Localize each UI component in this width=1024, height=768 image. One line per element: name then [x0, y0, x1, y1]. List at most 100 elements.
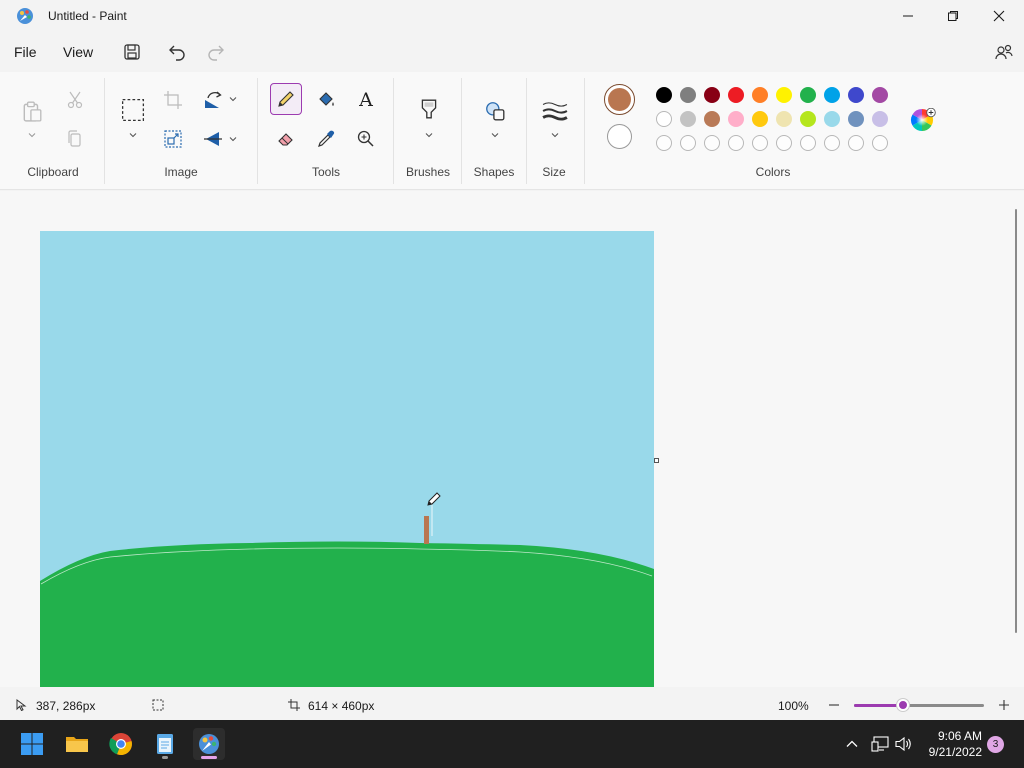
zoom-slider-thumb[interactable] [897, 699, 910, 711]
color-swatch[interactable] [704, 87, 720, 103]
clock-date: 9/21/2022 [928, 745, 982, 759]
size-button[interactable] [540, 96, 570, 126]
eraser-tool-button[interactable] [271, 124, 301, 154]
chevron-up-icon[interactable] [845, 737, 859, 751]
custom-color-slot[interactable] [848, 135, 864, 151]
size-chevron-down-icon[interactable] [550, 130, 560, 140]
shapes-chevron-down-icon[interactable] [490, 130, 500, 140]
color-swatch[interactable] [656, 87, 672, 103]
color-swatch[interactable] [680, 111, 696, 127]
scissors-icon [67, 91, 83, 109]
canvas-resize-handle[interactable] [654, 458, 659, 463]
notification-badge[interactable]: 3 [987, 736, 1004, 753]
color-swatch[interactable] [848, 87, 864, 103]
paste-button[interactable] [17, 96, 47, 126]
drawing-canvas[interactable] [40, 231, 654, 687]
zoom-out-icon[interactable] [828, 699, 840, 711]
brushes-button[interactable] [414, 94, 444, 124]
color-swatch[interactable] [824, 87, 840, 103]
redo-button[interactable] [204, 40, 228, 64]
rotate-button[interactable] [198, 85, 228, 115]
rotate-chevron-down-icon[interactable] [228, 94, 238, 104]
menu-file[interactable]: File [14, 44, 37, 60]
undo-button[interactable] [165, 40, 189, 64]
crop-button[interactable] [158, 85, 188, 115]
ribbon-divider [393, 78, 394, 184]
color-swatch[interactable] [680, 87, 696, 103]
custom-color-slot[interactable] [776, 135, 792, 151]
custom-color-slot[interactable] [752, 135, 768, 151]
color-swatch[interactable] [704, 111, 720, 127]
color-swatch[interactable] [752, 87, 768, 103]
chrome-button[interactable] [105, 728, 137, 760]
primary-color-swatch[interactable] [604, 84, 635, 115]
color-swatch[interactable] [656, 111, 672, 127]
paste-chevron-down-icon[interactable] [27, 130, 37, 140]
color-swatch[interactable] [800, 111, 816, 127]
custom-color-slot[interactable] [704, 135, 720, 151]
cut-button[interactable] [60, 85, 90, 115]
share-button[interactable] [992, 40, 1016, 64]
secondary-color-swatch[interactable] [607, 124, 632, 149]
restore-button[interactable] [930, 0, 976, 32]
custom-color-slot[interactable] [824, 135, 840, 151]
vertical-scrollbar[interactable] [1015, 209, 1017, 633]
close-button[interactable] [976, 0, 1022, 32]
brown-stroke [424, 516, 429, 544]
select-button[interactable] [118, 95, 148, 125]
minimize-button[interactable] [885, 0, 931, 32]
resize-button[interactable] [158, 124, 188, 154]
ribbon-divider [584, 78, 585, 184]
zoom-slider-fill [854, 704, 904, 707]
rectangle-select-icon [121, 98, 145, 122]
color-swatch[interactable] [872, 111, 888, 127]
paint-taskbar-button[interactable] [193, 728, 225, 760]
clock[interactable]: 9:06 AM 9/21/2022 [922, 728, 982, 760]
file-explorer-button[interactable] [61, 728, 93, 760]
color-swatch[interactable] [752, 111, 768, 127]
color-swatch[interactable] [728, 87, 744, 103]
shapes-icon [486, 102, 505, 121]
zoom-in-icon[interactable] [998, 699, 1010, 711]
select-chevron-down-icon[interactable] [128, 130, 138, 140]
color-swatch[interactable] [848, 111, 864, 127]
custom-color-slot[interactable] [800, 135, 816, 151]
clock-time: 9:06 AM [937, 729, 982, 743]
custom-color-slot[interactable] [656, 135, 672, 151]
network-icon[interactable] [871, 736, 889, 752]
custom-color-slot[interactable] [872, 135, 888, 151]
pencil-tool-button[interactable] [270, 83, 302, 115]
notepad-button[interactable] [149, 728, 181, 760]
volume-icon[interactable] [895, 736, 913, 752]
flip-icon [204, 132, 222, 146]
flip-button[interactable] [198, 124, 228, 154]
cursor-position: 387, 286px [36, 699, 96, 713]
zoom-slider[interactable] [854, 699, 984, 711]
custom-color-slot[interactable] [728, 135, 744, 151]
flip-chevron-down-icon[interactable] [228, 134, 238, 144]
custom-color-slot[interactable] [680, 135, 696, 151]
color-swatch[interactable] [872, 87, 888, 103]
copy-button[interactable] [60, 124, 90, 154]
magnifier-button[interactable] [351, 124, 381, 154]
resize-icon [164, 130, 182, 148]
color-swatch[interactable] [824, 111, 840, 127]
text-tool-button[interactable]: A [351, 85, 381, 115]
save-button[interactable] [120, 40, 144, 64]
shapes-button[interactable] [480, 96, 510, 126]
color-swatch[interactable] [776, 111, 792, 127]
paint-app-icon [17, 8, 33, 24]
color-swatch[interactable] [728, 111, 744, 127]
minimize-icon [903, 15, 913, 17]
ribbon-divider [257, 78, 258, 184]
fill-tool-button[interactable] [311, 85, 341, 115]
color-swatch[interactable] [776, 87, 792, 103]
menu-view[interactable]: View [63, 44, 93, 60]
color-picker-button[interactable] [311, 124, 341, 154]
copy-icon [68, 130, 81, 147]
edit-colors-button[interactable] [910, 107, 936, 134]
start-button[interactable] [16, 728, 48, 760]
active-indicator [201, 756, 217, 759]
brushes-chevron-down-icon[interactable] [424, 130, 434, 140]
color-swatch[interactable] [800, 87, 816, 103]
